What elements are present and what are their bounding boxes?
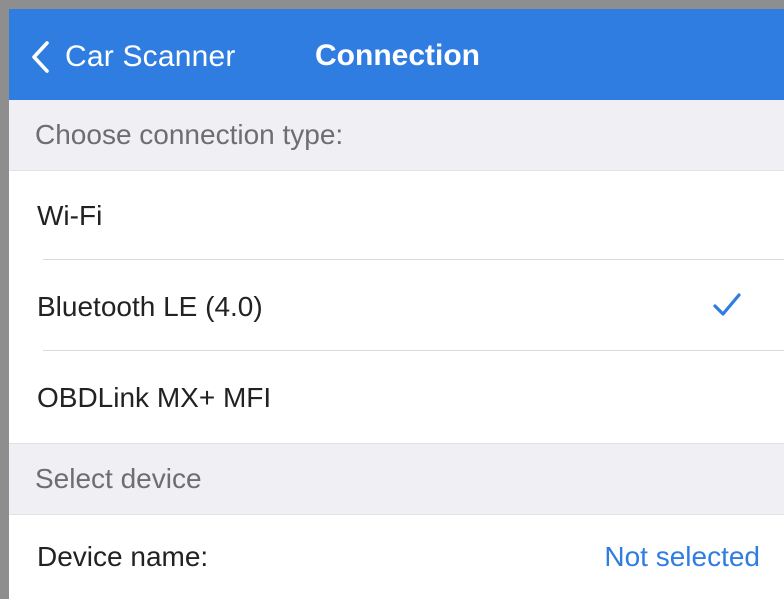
navigation-bar: Car Scanner Connection [9,9,784,100]
back-button[interactable]: Car Scanner [29,37,236,77]
device-name-value: Not selected [604,541,760,572]
connection-screen: Car Scanner Connection Choose connection… [9,9,784,599]
back-button-label: Car Scanner [65,40,236,73]
device-name-label: Device name: [37,541,209,572]
page-title: Connection [315,39,480,72]
connection-option-label: Bluetooth LE (4.0) [37,290,263,322]
connection-option-obdlink[interactable]: OBDLink MX+ MFI [9,352,784,443]
chevron-left-icon [32,41,49,73]
section-header-connection-type: Choose connection type: [9,100,784,171]
row-divider [43,259,784,260]
connection-option-label: OBDLink MX+ MFI [37,381,272,413]
checkmark-icon [713,293,741,316]
device-name-row[interactable]: Device name: Not selected [9,515,784,599]
connection-option-wifi[interactable]: Wi-Fi [9,171,784,261]
connection-option-label: Wi-Fi [37,200,103,231]
row-divider [43,350,784,351]
section-header-select-device: Select device [9,443,784,515]
connection-option-bluetooth-le[interactable]: Bluetooth LE (4.0) [9,261,784,352]
